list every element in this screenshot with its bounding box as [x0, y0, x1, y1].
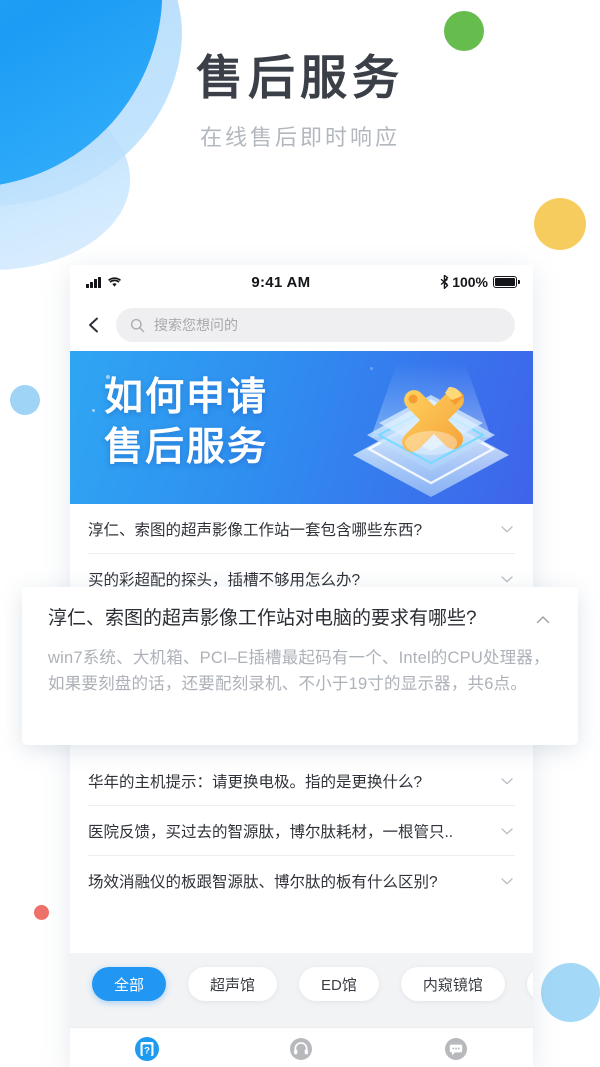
status-bar-time: 9:41 AM	[251, 273, 311, 291]
bluetooth-icon	[440, 275, 449, 289]
nav-item-chat[interactable]	[379, 1036, 533, 1062]
wrench-screwdriver-platform-icon	[353, 363, 509, 497]
status-bar: 9:41 AM 100%	[70, 265, 533, 299]
banner-title: 如何申请 售后服务	[104, 373, 268, 473]
expanded-faq-question: 淳仁、索图的超声影像工作站对电脑的要求有哪些?	[48, 608, 477, 629]
nav-item-faq[interactable]: ?	[70, 1036, 224, 1062]
chip-urology[interactable]: 泌尿	[526, 967, 533, 1001]
small-blue-dot-decoration	[10, 385, 40, 415]
search-placeholder: 搜索您想问的	[154, 317, 238, 333]
chevron-down-icon[interactable]	[499, 773, 515, 789]
svg-text:?: ?	[144, 1045, 150, 1056]
faq-item[interactable]: 淳仁、索图的超声影像工作站一套包含哪些东西?	[88, 504, 515, 554]
nav-item-support[interactable]	[224, 1036, 378, 1062]
chevron-left-icon[interactable]	[84, 315, 104, 335]
banner-title-line1: 如何申请	[104, 376, 269, 419]
chevron-down-icon[interactable]	[499, 521, 515, 537]
faq-list-bottom: 华年的主机提示：请更换电极。指的是更换什么? 医院反馈，买过去的智源肽，博尔肽耗…	[70, 756, 533, 906]
status-bar-left	[86, 276, 122, 288]
chevron-down-icon[interactable]	[499, 873, 515, 889]
faq-question: 场效消融仪的板跟智源肽、博尔肽的板有什么区别?	[88, 874, 438, 891]
sparkle-dot	[92, 409, 95, 412]
faq-item[interactable]: 场效消融仪的板跟智源肽、博尔肽的板有什么区别?	[88, 856, 515, 906]
chevron-down-icon[interactable]	[499, 571, 515, 587]
large-blue-dot-decoration	[541, 963, 600, 1022]
chevron-down-icon[interactable]	[499, 823, 515, 839]
yellow-dot-decoration	[534, 198, 586, 250]
chevron-up-icon[interactable]	[534, 611, 552, 629]
chip-ultrasound[interactable]: 超声馆	[188, 967, 278, 1001]
expanded-faq-card[interactable]: 淳仁、索图的超声影像工作站对电脑的要求有哪些? win7系统、大机箱、PCI–E…	[22, 587, 578, 745]
search-input[interactable]: 搜索您想问的	[116, 308, 515, 342]
red-dot-decoration	[34, 905, 49, 920]
chip-ed[interactable]: ED馆	[299, 967, 379, 1001]
page-root: 售后服务 在线售后即时响应 9:41 AM 100% 搜索您想问的 如何申请 售…	[0, 0, 600, 1067]
search-icon	[130, 318, 145, 332]
status-bar-right: 100%	[440, 274, 520, 290]
wifi-icon	[107, 277, 121, 287]
battery-percent-label: 100%	[452, 274, 488, 290]
page-subtitle: 在线售后即时响应	[199, 124, 400, 150]
headset-support-icon	[290, 1037, 313, 1060]
banner-title-line2: 售后服务	[104, 425, 269, 469]
phone-nav-bar: 搜索您想问的	[70, 299, 533, 351]
faq-item[interactable]: 华年的主机提示：请更换电极。指的是更换什么?	[88, 756, 515, 806]
chip-endoscope[interactable]: 内窥镜馆	[400, 967, 505, 1001]
green-dot-decoration	[444, 11, 484, 51]
faq-document-icon: ?	[135, 1036, 160, 1061]
category-chips-area: 全部 超声馆 ED馆 内窥镜馆 泌尿	[70, 953, 533, 1027]
expanded-faq-header[interactable]: 淳仁、索图的超声影像工作站对电脑的要求有哪些?	[48, 607, 552, 631]
faq-question: 医院反馈，买过去的智源肽，博尔肽耗材，一根管只..	[88, 823, 454, 841]
promo-banner[interactable]: 如何申请 售后服务	[70, 351, 533, 504]
hero-header: 售后服务 在线售后即时响应	[0, 52, 600, 152]
chip-all[interactable]: 全部	[92, 967, 167, 1001]
signal-bars-icon	[86, 276, 101, 288]
faq-question: 华年的主机提示：请更换电极。指的是更换什么?	[88, 773, 423, 791]
chat-bubble-icon	[444, 1037, 467, 1060]
battery-full-icon	[493, 276, 520, 288]
expanded-faq-answer: win7系统、大机箱、PCI–E插槽最起码有一个、Intel的CPU处理器，如果…	[48, 648, 550, 694]
faq-question: 淳仁、索图的超声影像工作站一套包含哪些东西?	[88, 521, 423, 539]
bottom-nav-bar: ?	[70, 1027, 533, 1067]
category-chips: 全部 超声馆 ED馆 内窥镜馆 泌尿	[92, 967, 533, 1001]
page-title: 售后服务	[196, 51, 404, 104]
list-bottom-gap	[70, 906, 533, 953]
faq-item[interactable]: 医院反馈，买过去的智源肽，博尔肽耗材，一根管只..	[88, 806, 515, 856]
